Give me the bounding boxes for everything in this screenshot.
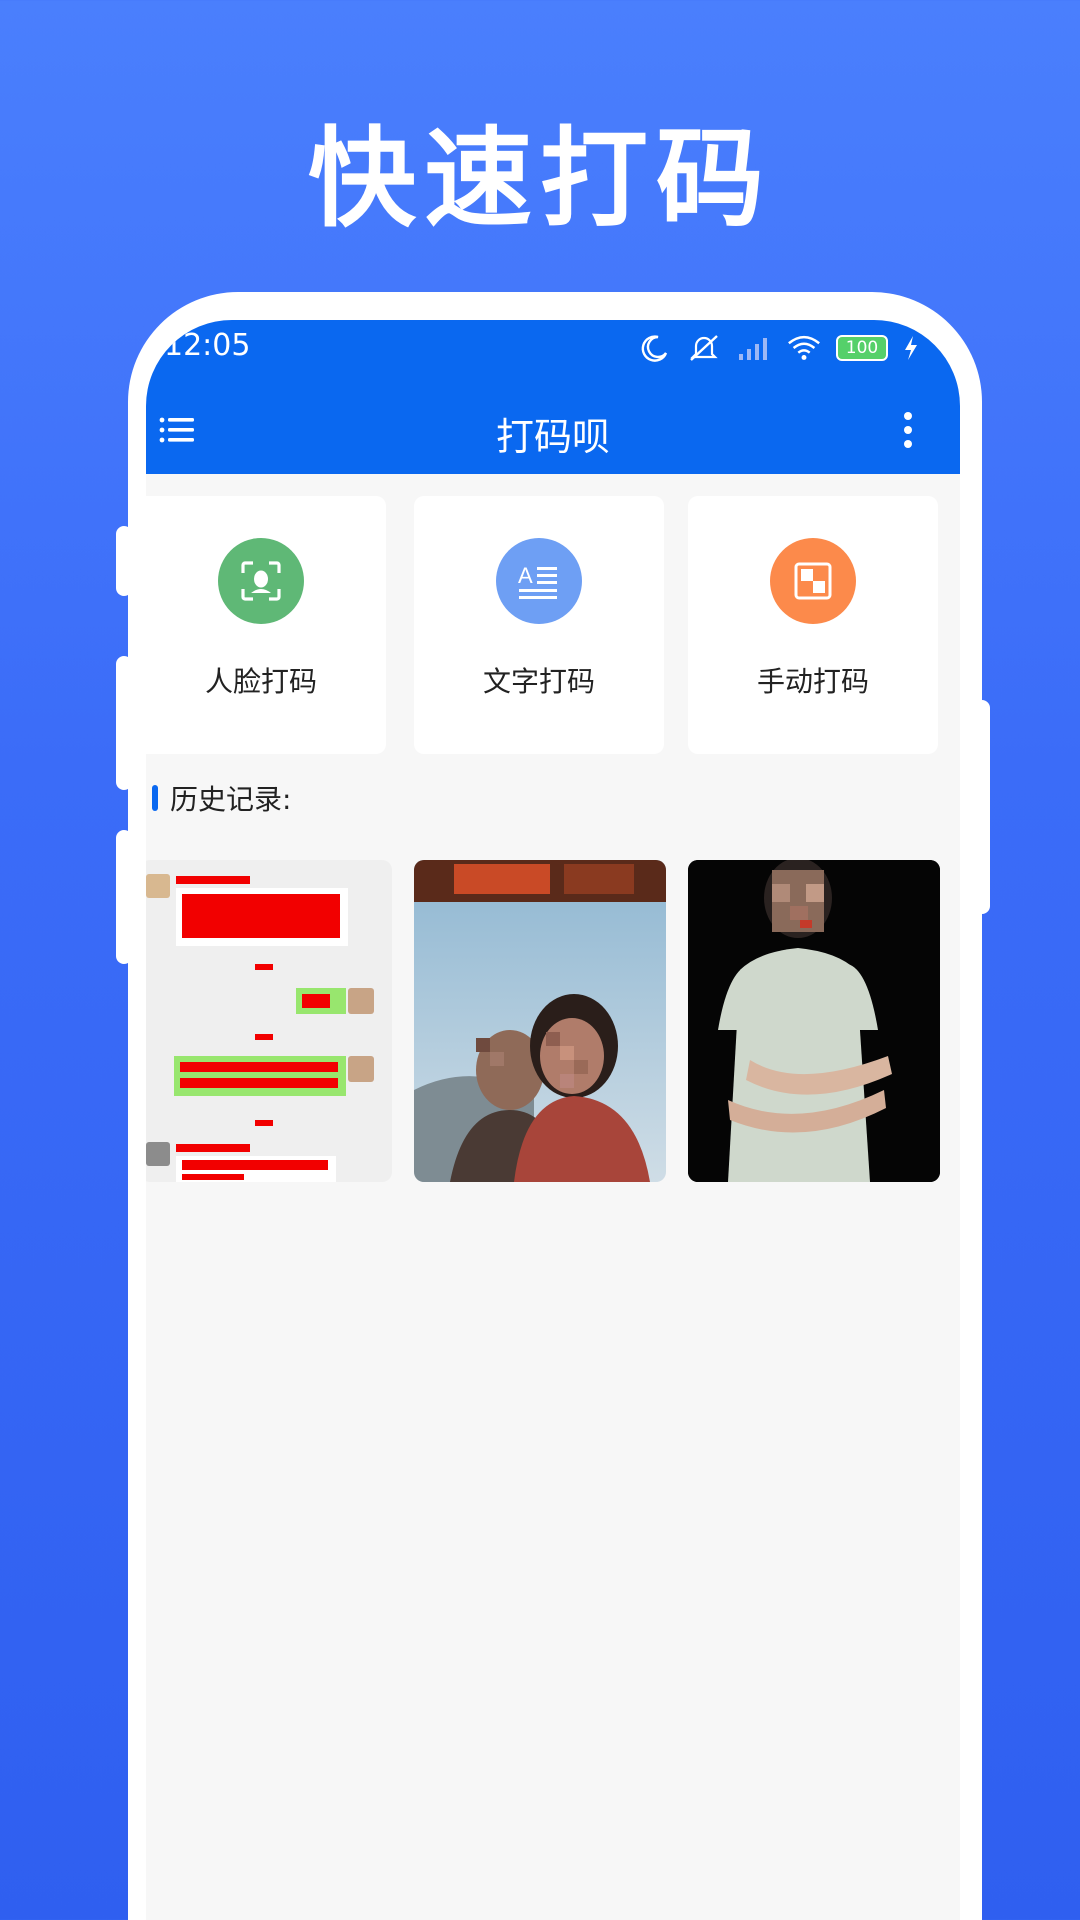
text-icon: A [496,538,582,624]
face-scan-icon [218,538,304,624]
battery-icon: 100 [836,335,888,361]
tool-grid: 人脸打码 A 文字打码 手动打码 [146,496,960,754]
app-bar: 打码呗 [146,386,960,474]
history-thumb-portrait[interactable] [414,860,666,1182]
history-thumb-qipao[interactable] [688,860,940,1182]
phone-side-button [116,656,132,790]
section-marker [152,785,158,811]
phone-screen: 12:05 100 打码呗 人脸打码 A 文字打码 手动打码 历史记录: [146,320,960,1920]
phone-side-button [116,526,132,596]
wifi-icon [786,330,822,366]
moon-icon [636,330,672,366]
charging-icon [902,330,920,366]
promo-title: 快速打码 [307,117,772,242]
mosaic-icon [770,538,856,624]
history-header: 历史记录: [152,778,291,818]
tool-label: 文字打码 [482,665,595,698]
history-thumb-chat[interactable] [146,860,392,1182]
phone-side-button [974,700,990,914]
signal-icon [736,330,772,366]
more-options-icon[interactable] [896,408,920,452]
app-title: 打码呗 [495,415,610,459]
phone-side-button [116,830,132,964]
status-bar: 12:05 100 [146,320,960,386]
history-title: 历史记录: [170,783,292,816]
tool-label: 手动打码 [756,665,869,698]
status-time: 12:05 [164,328,251,363]
svg-text:A: A [518,563,533,588]
face-mosaic-card[interactable]: 人脸打码 [146,496,386,754]
text-mosaic-card[interactable]: A 文字打码 [414,496,664,754]
tool-label: 人脸打码 [204,665,317,698]
history-list [146,860,960,1182]
mute-icon [686,330,722,366]
manual-mosaic-card[interactable]: 手动打码 [688,496,938,754]
